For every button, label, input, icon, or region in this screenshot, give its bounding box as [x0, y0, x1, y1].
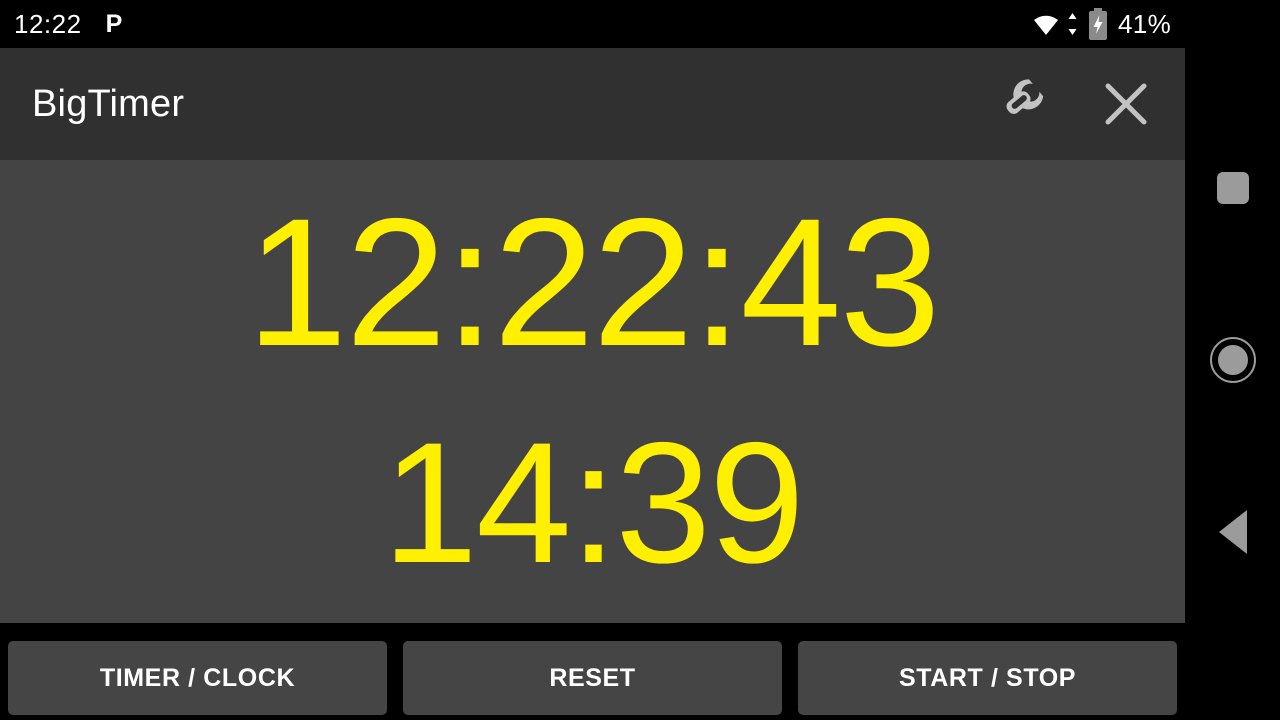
app-title: BigTimer	[32, 82, 185, 125]
timer-clock-button[interactable]: TIMER / CLOCK	[8, 641, 387, 715]
status-bar-notification-area: P	[105, 9, 123, 38]
reset-button[interactable]: RESET	[403, 641, 782, 715]
status-bar-clock: 12:22	[14, 8, 82, 39]
home-dot-glyph	[1217, 345, 1248, 375]
back-triangle-icon[interactable]	[1185, 492, 1280, 572]
home-circle-icon[interactable]	[1185, 320, 1280, 400]
recents-square-glyph	[1216, 172, 1249, 204]
status-bar: 12:22 P 41%	[0, 0, 1185, 48]
close-icon[interactable]	[1095, 73, 1157, 135]
timer-readout: 14:39	[382, 406, 804, 599]
device-screen: 12:22 P 41% BigTimer 12:22:43 14:39 TIME…	[0, 0, 1280, 720]
wifi-icon	[1032, 11, 1078, 37]
back-triangle-glyph	[1218, 510, 1247, 554]
app-button-bar: TIMER / CLOCK RESET START / STOP	[0, 636, 1185, 720]
pushbullet-icon: P	[105, 9, 123, 38]
title-bar-actions	[1003, 73, 1157, 135]
battery-percent-label: 41%	[1118, 8, 1171, 39]
app-title-bar: BigTimer	[0, 48, 1185, 160]
home-ring-glyph	[1209, 337, 1256, 383]
status-bar-system-icons: 41%	[1032, 8, 1171, 40]
android-navigation-bar	[1185, 48, 1280, 720]
clock-readout: 12:22:43	[246, 179, 940, 384]
wrench-icon[interactable]	[1003, 73, 1065, 135]
battery-charging-icon	[1089, 8, 1108, 40]
timer-display-area[interactable]: 12:22:43 14:39	[0, 160, 1185, 623]
bigtimer-app-window: BigTimer 12:22:43 14:39 TIMER / CLOCK RE…	[0, 48, 1185, 720]
start-stop-button[interactable]: START / STOP	[798, 641, 1177, 715]
data-transfer-arrows-icon	[1068, 13, 1077, 35]
recents-square-icon[interactable]	[1185, 148, 1280, 228]
